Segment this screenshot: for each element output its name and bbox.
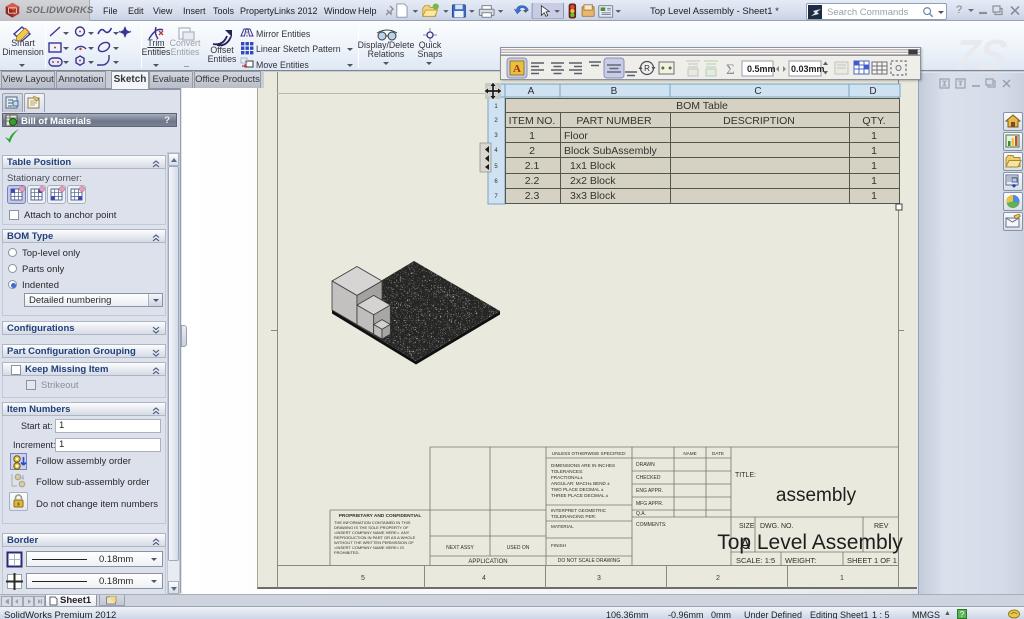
svg-text:TITLE:: TITLE: [735,472,756,479]
svg-text:PROPRIETARY AND CONFIDENTIAL: PROPRIETARY AND CONFIDENTIAL [339,513,422,519]
svg-text:QTY.: QTY. [862,115,885,127]
svg-text:ITEM NO.: ITEM NO. [509,115,556,127]
svg-text:UNLESS OTHERWISE SPECIFIED:: UNLESS OTHERWISE SPECIFIED: [552,451,626,456]
svg-text:1: 1 [871,130,877,142]
svg-text:BOM Table: BOM Table [676,100,728,112]
svg-text:DATE: DATE [712,451,724,456]
svg-text:COMMENTS:: COMMENTS: [636,522,667,528]
svg-text:4: 4 [482,575,486,582]
svg-text:FRACTIONAL±: FRACTIONAL± [551,475,583,480]
svg-text:0.03mm: 0.03mm [791,64,825,74]
svg-text:2: 2 [529,145,535,157]
svg-text:1: 1 [871,145,877,157]
svg-text:3: 3 [597,575,601,582]
svg-text:SCALE: 1:5: SCALE: 1:5 [736,556,775,565]
svg-text:B: B [611,86,618,97]
svg-text:MFG APPR.: MFG APPR. [636,501,663,507]
svg-text:USED ON: USED ON [507,545,530,551]
svg-text:1: 1 [871,175,877,187]
svg-text:2: 2 [716,575,720,582]
svg-text:SIZE: SIZE [739,523,755,530]
svg-text:INTERPRET GEOMETRIC: INTERPRET GEOMETRIC [551,508,607,513]
svg-text:A: A [528,86,535,97]
svg-text:A: A [513,63,521,75]
svg-text:WEIGHT:: WEIGHT: [785,556,816,565]
svg-text:DIMENSIONS ARE IN INCHES: DIMENSIONS ARE IN INCHES [551,463,615,468]
svg-text:Σ: Σ [726,62,735,78]
svg-text:ENG APPR.: ENG APPR. [636,488,663,494]
svg-text:REV: REV [874,523,889,530]
svg-text:1: 1 [840,575,844,582]
svg-text:2x2 Block: 2x2 Block [570,175,616,187]
svg-text:PART NUMBER: PART NUMBER [576,115,652,127]
svg-text:TOLERANCING PER:: TOLERANCING PER: [551,514,596,519]
svg-text:3x3 Block: 3x3 Block [570,190,616,202]
svg-text:Top Level Assembly: Top Level Assembly [717,531,903,554]
svg-text:DESCRIPTION: DESCRIPTION [723,115,795,127]
svg-text:TOLERANCES:: TOLERANCES: [551,469,583,474]
svg-text:1x1 Block: 1x1 Block [570,160,616,172]
svg-text:PROHIBITED.: PROHIBITED. [334,550,360,555]
svg-text:MATERIAL: MATERIAL [551,524,574,529]
svg-text:1: 1 [871,160,877,172]
svg-text:assembly: assembly [776,485,857,506]
svg-text:TWO PLACE DECIMAL ±: TWO PLACE DECIMAL ± [551,487,604,492]
svg-text:Q.A.: Q.A. [636,511,646,517]
svg-text:D: D [869,86,876,97]
svg-text:C: C [754,86,761,97]
svg-text:NAME: NAME [683,451,696,456]
svg-text:0.5mm: 0.5mm [747,64,776,74]
svg-text:ANGULAR: MACH± BEND ±: ANGULAR: MACH± BEND ± [551,481,610,486]
svg-text:1: 1 [871,190,877,202]
svg-text:DRAWN: DRAWN [636,462,655,468]
svg-text:2.2: 2.2 [525,175,540,187]
svg-text:Floor: Floor [564,130,588,142]
svg-text:2.1: 2.1 [525,160,540,172]
svg-text:THREE PLACE DECIMAL ±: THREE PLACE DECIMAL ± [551,493,609,498]
svg-text:CHECKED: CHECKED [636,475,661,481]
svg-text:R: R [644,64,650,73]
svg-text:DWG. NO.: DWG. NO. [760,523,793,530]
svg-text:5: 5 [361,575,365,582]
svg-text:DO NOT SCALE DRAWING: DO NOT SCALE DRAWING [558,558,621,564]
svg-text:APPLICATION: APPLICATION [468,559,507,565]
svg-text:FINISH: FINISH [551,543,566,548]
svg-text:NEXT ASSY: NEXT ASSY [446,545,474,551]
svg-text:1: 1 [529,130,535,142]
svg-text:Block SubAssembly: Block SubAssembly [564,145,658,157]
svg-text:SHEET 1 OF 1: SHEET 1 OF 1 [847,556,897,565]
svg-text:2.3: 2.3 [525,190,540,202]
